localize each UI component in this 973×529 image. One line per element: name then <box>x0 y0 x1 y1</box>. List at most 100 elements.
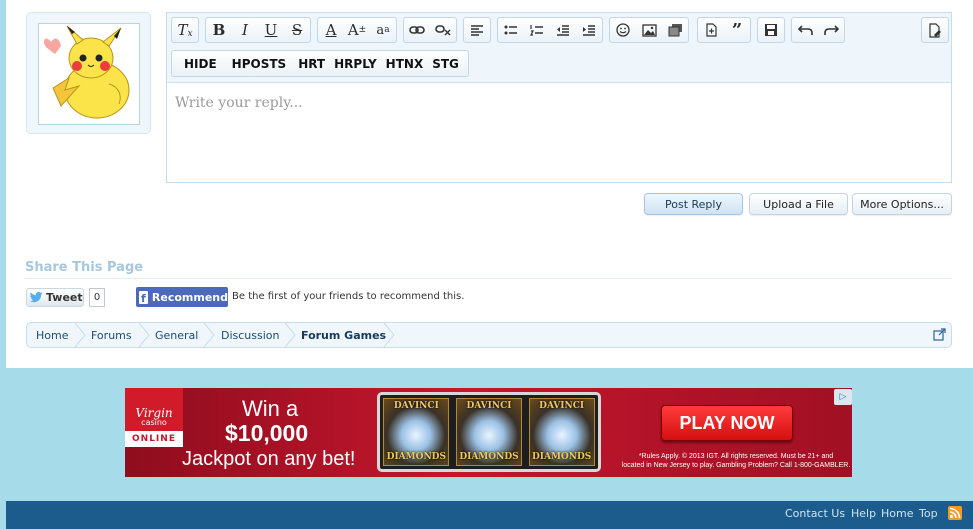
align-left-icon[interactable] <box>464 18 490 42</box>
smilies-icon[interactable] <box>610 18 636 42</box>
toolbar-group-font: A A ± aa <box>317 17 397 43</box>
italic-icon[interactable]: I <box>232 18 258 42</box>
editor-toolbar: Tx B I U S A A ± aa ” HIDE HPOSTS HRT HR… <box>167 13 951 83</box>
tweet-button[interactable]: Tweet <box>26 288 84 307</box>
outdent-icon[interactable] <box>550 18 576 42</box>
image-icon[interactable] <box>636 18 662 42</box>
tag-hrply-button[interactable]: HRPLY <box>331 57 380 71</box>
tweet-count: 0 <box>89 288 105 307</box>
ad-line-1: Win a <box>242 396 299 421</box>
slot-title: DAVINCI <box>393 401 439 411</box>
breadcrumb-separator-icon <box>284 323 296 347</box>
breadcrumb-home[interactable]: Home <box>36 323 68 347</box>
post-reply-button[interactable]: Post Reply <box>644 193 743 215</box>
custom-tag-toolbar: HIDE HPOSTS HRT HRPLY HTNX STG <box>171 50 469 77</box>
reply-textarea[interactable]: Write your reply... <box>167 83 951 182</box>
tag-hposts-button[interactable]: HPOSTS <box>226 57 293 71</box>
avatar[interactable] <box>38 23 140 125</box>
bullet-list-icon[interactable] <box>498 18 524 42</box>
rss-icon[interactable] <box>948 506 962 520</box>
recommend-text: Be the first of your friends to recommen… <box>232 291 465 302</box>
media-icon[interactable] <box>662 18 688 42</box>
breadcrumb-forums[interactable]: Forums <box>91 323 132 347</box>
toolbar-group-block: ” <box>697 17 751 43</box>
quote-icon[interactable]: ” <box>724 18 750 42</box>
ad-fine-print-2: located in New Jersey to play. Gambling … <box>621 462 851 469</box>
share-title: Share This Page <box>25 260 144 275</box>
adchoices-icon[interactable]: ▷ <box>834 389 852 405</box>
remove-format-icon[interactable]: Tx <box>172 18 198 42</box>
breadcrumb: Home Forums General Discussion Forum Gam… <box>26 322 952 348</box>
facebook-icon: f <box>139 290 148 304</box>
tag-htnx-button[interactable]: HTNX <box>380 57 430 71</box>
toolbar-group-insert <box>609 17 689 43</box>
toolbar-group-align <box>463 17 491 43</box>
toolbar-group-mode <box>921 17 949 43</box>
advertisement-banner[interactable]: Virgin casino ONLINE Win a $10,000 Jackp… <box>125 388 852 477</box>
slot-subtitle: DIAMONDS <box>531 452 592 462</box>
page-footer: Contact Us Help Home Top <box>6 501 973 529</box>
font-family-icon[interactable]: aa <box>370 18 396 42</box>
save-draft-icon[interactable] <box>758 18 784 42</box>
ad-play-now-button[interactable]: PLAY NOW <box>661 405 793 441</box>
upload-file-button[interactable]: Upload a File <box>749 193 848 215</box>
strikethrough-icon[interactable]: S <box>284 18 310 42</box>
breadcrumb-separator-icon <box>138 323 150 347</box>
toggle-bbcode-icon[interactable] <box>922 18 948 42</box>
slot-subtitle: DIAMONDS <box>386 452 446 462</box>
twitter-bird-icon <box>30 292 43 303</box>
reply-placeholder: Write your reply... <box>175 95 303 111</box>
toolbar-group-format: Tx <box>171 17 199 43</box>
text-color-icon[interactable]: A <box>318 18 344 42</box>
ad-fine-print-1: *Rules Apply. © 2013 IGT. All rights res… <box>638 453 834 460</box>
bold-icon[interactable]: B <box>206 18 232 42</box>
facebook-recommend-button[interactable]: f Recommend <box>136 287 228 307</box>
tweet-label: Tweet <box>46 291 83 304</box>
ad-brand-online: ONLINE <box>125 431 183 447</box>
ad-line-3: Jackpot on any bet! <box>182 448 356 470</box>
undo-icon[interactable] <box>792 18 818 42</box>
numbered-list-icon[interactable] <box>524 18 550 42</box>
slot-title: DAVINCI <box>466 401 512 411</box>
diamond-reel-icon: DAVINCI DIAMONDS <box>455 398 522 466</box>
indent-icon[interactable] <box>576 18 602 42</box>
footer-top[interactable]: Top <box>919 507 938 520</box>
ad-brand-sub: casino <box>141 418 167 427</box>
breadcrumb-discussion[interactable]: Discussion <box>221 323 280 347</box>
breadcrumb-forum-games[interactable]: Forum Games <box>301 323 386 347</box>
tag-hide-button[interactable]: HIDE <box>178 57 223 71</box>
pikachu-avatar-icon <box>39 24 139 124</box>
slot-subtitle: DIAMONDS <box>459 452 519 462</box>
toolbar-group-list <box>497 17 603 43</box>
breadcrumb-separator-icon <box>74 323 86 347</box>
link-icon[interactable] <box>404 18 430 42</box>
font-size-icon[interactable]: A ± <box>344 18 370 42</box>
underline-icon[interactable]: U <box>258 18 284 42</box>
toolbar-group-link <box>403 17 457 43</box>
ad-fine-print: *Rules Apply. © 2013 IGT. All rights res… <box>621 452 851 470</box>
more-options-button[interactable]: More Options... <box>852 193 952 215</box>
diamond-reel-icon: DAVINCI DIAMONDS <box>383 398 450 466</box>
unlink-icon[interactable] <box>430 18 456 42</box>
tag-stg-button[interactable]: STG <box>429 57 462 71</box>
footer-home[interactable]: Home <box>881 507 913 520</box>
recommend-label: Recommend <box>151 290 228 304</box>
avatar-container <box>26 12 151 134</box>
insert-code-icon[interactable] <box>698 18 724 42</box>
jump-menu-icon[interactable] <box>933 328 946 341</box>
tag-hrt-button[interactable]: HRT <box>292 57 331 71</box>
breadcrumb-general[interactable]: General <box>155 323 198 347</box>
main-content: Tx B I U S A A ± aa ” HIDE HPOSTS HRT HR… <box>6 0 973 368</box>
footer-help[interactable]: Help <box>851 507 876 520</box>
toolbar-group-history <box>791 17 845 43</box>
toolbar-group-draft <box>757 17 785 43</box>
toolbar-group-style: B I U S <box>205 17 311 43</box>
redo-icon[interactable] <box>818 18 844 42</box>
footer-contact-us[interactable]: Contact Us <box>785 507 845 520</box>
ad-slot-reels: DAVINCI DIAMONDS DAVINCI DIAMONDS DAVINCI D… <box>377 392 601 472</box>
breadcrumb-separator-icon <box>383 323 395 347</box>
diamond-reel-icon: DAVINCI DIAMONDS <box>528 398 595 466</box>
breadcrumb-separator-icon <box>203 323 215 347</box>
slot-title: DAVINCI <box>539 401 585 411</box>
ad-line-2: $10,000 <box>225 420 309 446</box>
